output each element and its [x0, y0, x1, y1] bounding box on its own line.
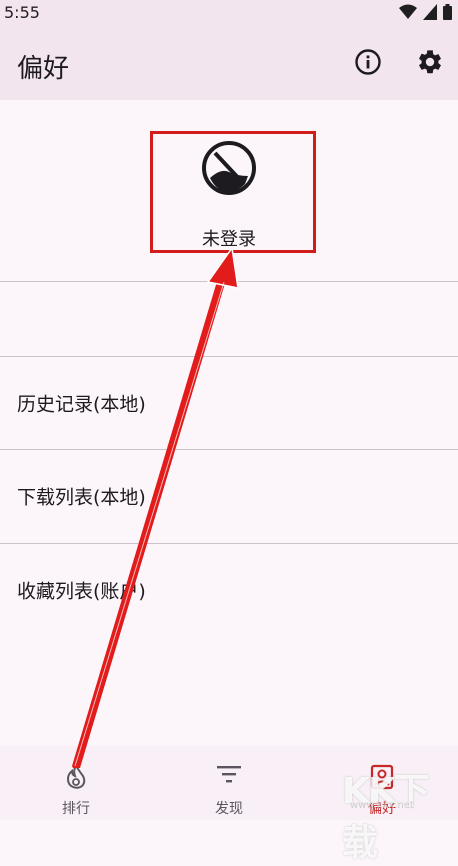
highlight-box — [150, 131, 316, 253]
fire-icon — [66, 764, 86, 789]
status-bar: 5:55 — [0, 0, 458, 24]
info-button[interactable] — [354, 48, 382, 76]
nav-item-discover[interactable]: 发现 — [153, 746, 305, 820]
status-icons — [399, 4, 452, 20]
menu-item-label: 下载列表(本地) — [17, 486, 146, 509]
menu-item-label: 历史记录(本地) — [17, 393, 146, 416]
menu-item-favorites[interactable]: 收藏列表(账户) — [0, 544, 458, 636]
wifi-icon — [399, 4, 417, 19]
page-title: 偏好 — [17, 54, 70, 84]
menu-item-label: 收藏列表(账户) — [17, 580, 146, 603]
menu-item-history[interactable]: 历史记录(本地) — [0, 357, 458, 449]
watermark-url: www.kkx.net — [350, 800, 414, 811]
watermark: KK下载 — [342, 771, 430, 864]
divider — [0, 281, 458, 282]
settings-button[interactable] — [416, 48, 444, 76]
nav-item-ranking[interactable]: 排行 — [0, 746, 152, 820]
nav-label: 排行 — [62, 801, 90, 817]
filter-icon — [217, 766, 241, 783]
battery-icon — [443, 4, 452, 20]
app-bar: 偏好 — [0, 24, 458, 100]
nav-label: 发现 — [215, 801, 243, 817]
info-icon — [355, 49, 381, 75]
signal-icon — [423, 4, 437, 20]
menu-item-downloads[interactable]: 下载列表(本地) — [0, 450, 458, 542]
gear-icon — [419, 50, 441, 74]
status-time: 5:55 — [4, 3, 40, 22]
